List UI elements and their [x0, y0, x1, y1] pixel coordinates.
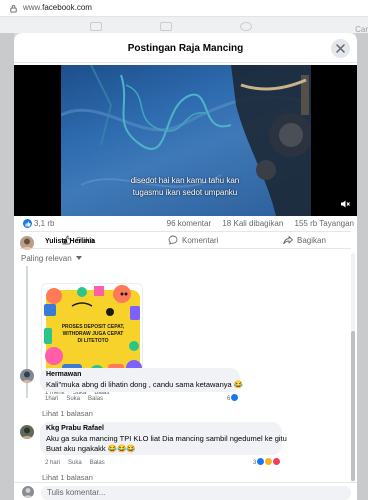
comment-button[interactable]: Komentari — [168, 235, 218, 245]
reaction-count: 3 — [253, 460, 257, 466]
like-reaction-icon — [257, 458, 265, 465]
comment-like-link[interactable]: Suka — [66, 396, 80, 402]
reaction-count[interactable]: 3,1 rb — [34, 219, 54, 228]
comment-input-placeholder: Tulis komentar... — [47, 488, 106, 497]
browser-address-bar[interactable]: www.facebook.com — [0, 0, 368, 17]
comment-bubble: Kkg Prabu Rafael Aku ga suka mancing TPI… — [40, 422, 287, 455]
see-replies-link[interactable]: Lihat 1 balasan — [42, 473, 93, 482]
comment-like-link[interactable]: Suka — [68, 460, 82, 466]
comment-time[interactable]: 1hari — [45, 396, 58, 402]
modal-header: Postingan Raja Mancing — [14, 33, 357, 63]
like-reaction-icon — [231, 394, 239, 401]
comment-input[interactable]: Tulis komentar... — [41, 486, 351, 500]
comment-label: Komentari — [182, 236, 219, 245]
modal-title: Postingan Raja Mancing — [127, 43, 244, 54]
comment-text-line-2: Buat aku ngakakk 😂😂😂 — [46, 444, 136, 453]
avatar[interactable] — [20, 369, 34, 383]
sort-dropdown[interactable]: Paling relevan — [21, 254, 82, 263]
video-player[interactable]: disedot hai kan kamu tahu kan tugasmu ik… — [14, 65, 357, 216]
svg-text:PROSES DEPOSIT CEPAT,: PROSES DEPOSIT CEPAT, — [62, 324, 125, 330]
comment-count[interactable]: 96 komentar — [167, 219, 211, 228]
svg-text:DI LITETOTO: DI LITETOTO — [78, 338, 109, 344]
video-icon — [160, 22, 172, 31]
groups-icon — [240, 22, 252, 31]
comment-reply-link[interactable]: Balas — [88, 396, 103, 402]
comment-author[interactable]: Yulista Herlinia — [45, 238, 95, 245]
caret-down-icon — [75, 256, 82, 260]
comment-composer: Tulis komentar... — [14, 482, 357, 500]
comment-author[interactable]: Kkg Prabu Rafael — [46, 425, 104, 432]
comment-text: Kali"muka abng di lihatin dong , candu s… — [46, 380, 244, 389]
close-icon — [336, 44, 345, 53]
sort-label: Paling relevan — [21, 254, 72, 263]
share-icon — [283, 236, 293, 245]
share-button[interactable]: Bagikan — [283, 235, 326, 245]
caption-line-2: tugasmu ikan sedot umpanku — [132, 188, 238, 197]
avatar[interactable] — [20, 236, 34, 250]
comment-reply-link[interactable]: Balas — [90, 460, 105, 466]
comment-reactions[interactable]: 6 — [227, 394, 239, 402]
comments-scrollbar[interactable] — [351, 253, 355, 483]
facebook-topbar-dimmed: Car — [0, 17, 368, 34]
avatar[interactable] — [22, 486, 34, 498]
comment-meta: 1hari Suka Balas — [45, 396, 111, 402]
url-text[interactable]: www.facebook.com — [23, 3, 92, 12]
post-modal: Postingan Raja Mancing disedot hai kan k… — [14, 33, 357, 500]
post-counts: 96 komentar 18 Kali dibagikan 155 rb Tay… — [158, 219, 354, 228]
scrollbar-thumb[interactable] — [351, 331, 355, 481]
comment-icon — [168, 235, 178, 245]
page-backdrop-left — [0, 33, 14, 500]
reaction-count: 6 — [227, 396, 231, 402]
haha-reaction-icon — [265, 458, 273, 465]
comment-author[interactable]: Hermawan — [46, 371, 81, 378]
comment-bubble: Hermawan Kali"muka abng di lihatin dong … — [40, 368, 244, 392]
caption-line-1: disedot hai kan kamu tahu kan — [130, 176, 240, 185]
lock-icon — [10, 5, 17, 13]
home-icon — [90, 22, 102, 31]
avatar[interactable] — [20, 425, 34, 439]
volume-mute-icon[interactable] — [340, 199, 350, 209]
like-reaction-icon — [23, 219, 32, 228]
love-reaction-icon — [273, 458, 281, 465]
comment-text-line-1: Aku ga suka mancing TPI KLO liat Dia man… — [46, 434, 287, 443]
comment-reactions[interactable]: 3 — [253, 458, 281, 466]
comment-time[interactable]: 2 hari — [45, 460, 60, 466]
video-caption: disedot hai kan kamu tahu kan tugasmu ik… — [110, 175, 260, 199]
share-label: Bagikan — [297, 236, 326, 245]
share-count[interactable]: 18 Kali dibagikan — [222, 219, 283, 228]
svg-text:WITHDRAW JUGA CEPAT: WITHDRAW JUGA CEPAT — [63, 331, 124, 337]
comment-meta: 2 hari Suka Balas — [45, 460, 113, 466]
close-button[interactable] — [331, 39, 350, 58]
post-stats: 3,1 rb 96 komentar 18 Kali dibagikan 155… — [14, 216, 357, 231]
view-count: 155 rb Tayangan — [294, 219, 354, 228]
see-replies-link[interactable]: Lihat 1 balasan — [42, 409, 93, 418]
page-backdrop-right — [356, 33, 368, 500]
